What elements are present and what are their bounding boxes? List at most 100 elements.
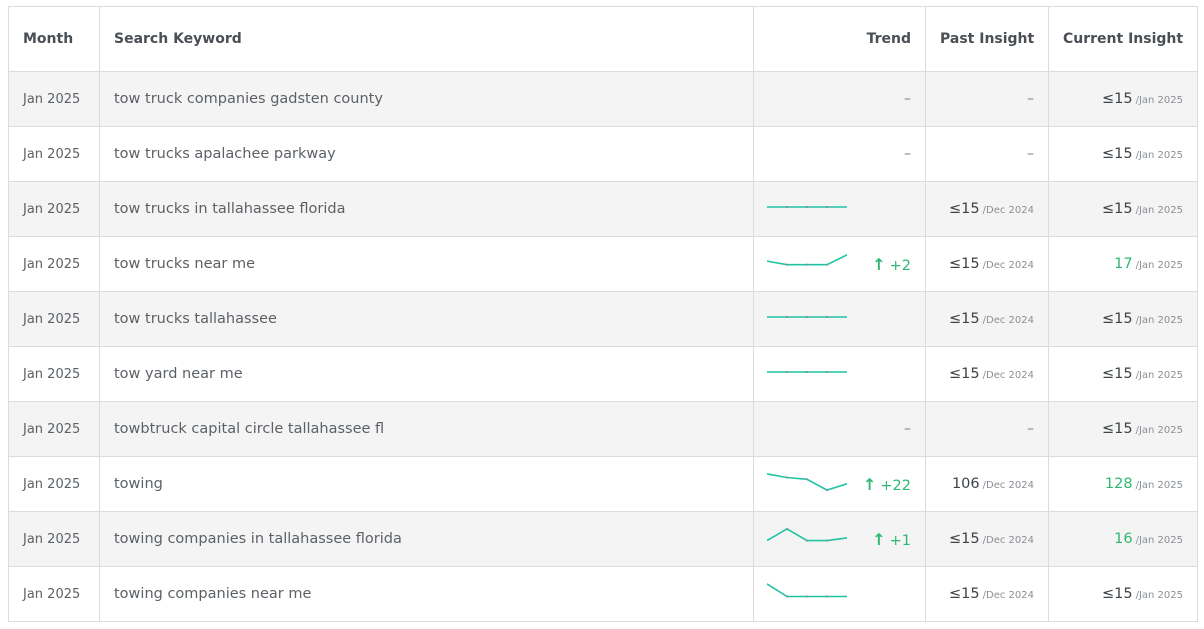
past-insight-cell: ≤15/Dec 2024 — [925, 291, 1049, 347]
sparkline-point — [785, 263, 789, 266]
table-row[interactable]: Jan 2025 tow trucks near me ↑ +2 ≤15/Dec 202… — [8, 236, 1198, 292]
insights-table-container: Month Search Keyword Trend Past Insight … — [8, 6, 1198, 622]
sparkline-line — [767, 254, 847, 266]
current-insight-value: ≤15 — [1101, 146, 1133, 162]
sparkline-point — [825, 489, 829, 492]
past-insight-value: 106 — [951, 476, 980, 492]
past-insight-value: ≤15 — [949, 531, 980, 547]
keyword-cell: tow yard near me — [99, 346, 754, 402]
keyword-cell: tow trucks tallahassee — [99, 291, 754, 347]
empty-value: – — [1027, 146, 1034, 162]
trend-delta-value: +22 — [880, 477, 911, 494]
table-row[interactable]: Jan 2025 towing companies in tallahassee … — [8, 511, 1198, 567]
past-insight-period: /Dec 2024 — [982, 370, 1034, 381]
past-insight-value: ≤15 — [949, 311, 980, 327]
current-insight-cell: ≤15/Jan 2025 — [1048, 346, 1198, 402]
past-insight-column-header[interactable]: Past Insight — [925, 6, 1049, 72]
current-insight-value: ≤15 — [1101, 201, 1133, 217]
keyword-cell: towing companies in tallahassee florida — [99, 511, 754, 567]
past-insight-cell: 106/Dec 2024 — [925, 456, 1049, 512]
current-insight-cell: ≤15/Jan 2025 — [1048, 126, 1198, 182]
trend-cell: – — [753, 71, 926, 127]
past-insight-value: ≤15 — [949, 201, 980, 217]
current-insight-value: 17 — [1114, 256, 1133, 272]
past-insight-cell: ≤15/Dec 2024 — [925, 511, 1049, 567]
past-insight-cell: – — [925, 71, 1049, 127]
current-insight-period: /Jan 2025 — [1135, 150, 1183, 161]
arrow-up-icon: ↑ — [872, 529, 886, 549]
current-insight-cell: 128/Jan 2025 — [1048, 456, 1198, 512]
past-insight-value: ≤15 — [949, 256, 980, 272]
sparkline-point — [825, 315, 829, 319]
sparkline-point — [785, 595, 789, 598]
month-cell: Jan 2025 — [8, 126, 100, 182]
table-row[interactable]: Jan 2025 tow yard near me ≤15/Dec 2024 ≤15/… — [8, 346, 1198, 402]
sparkline-point — [805, 315, 809, 319]
table-row[interactable]: Jan 2025 towing ↑ +22 106/Dec 2024 128/Jan 20… — [8, 456, 1198, 512]
sparkline-point — [805, 370, 809, 374]
table-row[interactable]: Jan 2025 tow trucks apalachee parkway – – ≤1… — [8, 126, 1198, 182]
trend-cell: ↑ +1 — [753, 511, 926, 567]
sparkline-point — [805, 539, 809, 542]
trend-cell — [753, 291, 926, 347]
keyword-cell: tow truck companies gadsten county — [99, 71, 754, 127]
trend-delta: ↑ +2 — [872, 254, 911, 274]
sparkline-point — [825, 539, 829, 542]
current-insight-value: ≤15 — [1101, 421, 1133, 437]
sparkline-point — [805, 263, 809, 266]
month-cell: Jan 2025 — [8, 236, 100, 292]
table-row[interactable]: Jan 2025 tow truck companies gadsten coun… — [8, 71, 1198, 127]
sparkline-point — [785, 315, 789, 319]
trend-sparkline — [767, 205, 847, 209]
current-insight-value: ≤15 — [1101, 586, 1133, 602]
keyword-cell: towing — [99, 456, 754, 512]
past-insight-cell: – — [925, 126, 1049, 182]
sparkline-point — [825, 370, 829, 374]
current-insight-cell: ≤15/Jan 2025 — [1048, 566, 1198, 622]
past-insight-cell: ≤15/Dec 2024 — [925, 346, 1049, 402]
trend-sparkline — [767, 583, 847, 598]
trend-delta: ↑ +1 — [872, 529, 911, 549]
sparkline-point — [825, 205, 829, 209]
keyword-cell: tow trucks apalachee parkway — [99, 126, 754, 182]
table-header: Month Search Keyword Trend Past Insight … — [8, 6, 1198, 72]
trend-delta: ↑ +22 — [863, 475, 911, 494]
current-insight-period: /Jan 2025 — [1135, 425, 1183, 436]
month-column-header[interactable]: Month — [8, 6, 100, 72]
past-insight-value: ≤15 — [949, 366, 980, 382]
keyword-column-header[interactable]: Search Keyword — [99, 6, 754, 72]
keyword-cell: towing companies near me — [99, 566, 754, 622]
sparkline-line — [767, 473, 847, 491]
table-row[interactable]: Jan 2025 towing companies near me ≤15/Dec … — [8, 566, 1198, 622]
past-insight-value: ≤15 — [949, 586, 980, 602]
empty-value: – — [904, 421, 911, 437]
trend-cell: – — [753, 401, 926, 457]
trend-delta-value: +2 — [889, 257, 911, 274]
month-cell: Jan 2025 — [8, 181, 100, 237]
sparkline-point — [785, 370, 789, 374]
table-row[interactable]: Jan 2025 towbtruck capital circle tallaha… — [8, 401, 1198, 457]
table-row[interactable]: Jan 2025 tow trucks in tallahassee florid… — [8, 181, 1198, 237]
empty-value: – — [1027, 91, 1034, 107]
past-insight-period: /Dec 2024 — [982, 535, 1034, 546]
sparkline-point — [805, 205, 809, 209]
trend-cell: ↑ +2 — [753, 236, 926, 292]
month-cell: Jan 2025 — [8, 456, 100, 512]
current-insight-column-header[interactable]: Current Insight — [1048, 6, 1198, 72]
arrow-up-icon: ↑ — [872, 254, 886, 274]
past-insight-cell: – — [925, 401, 1049, 457]
trend-cell: ↑ +22 — [753, 456, 926, 512]
month-cell: Jan 2025 — [8, 566, 100, 622]
current-insight-cell: ≤15/Jan 2025 — [1048, 71, 1198, 127]
past-insight-period: /Dec 2024 — [982, 205, 1034, 216]
trend-delta-value: +1 — [889, 532, 911, 549]
table-row[interactable]: Jan 2025 tow trucks tallahassee ≤15/Dec 20… — [8, 291, 1198, 347]
trend-column-header[interactable]: Trend — [753, 6, 926, 72]
keyword-cell: towbtruck capital circle tallahassee fl — [99, 401, 754, 457]
past-insight-cell: ≤15/Dec 2024 — [925, 181, 1049, 237]
current-insight-cell: ≤15/Jan 2025 — [1048, 401, 1198, 457]
keyword-cell: tow trucks near me — [99, 236, 754, 292]
sparkline-point — [785, 205, 789, 209]
month-cell: Jan 2025 — [8, 291, 100, 347]
trend-sparkline — [767, 370, 847, 374]
